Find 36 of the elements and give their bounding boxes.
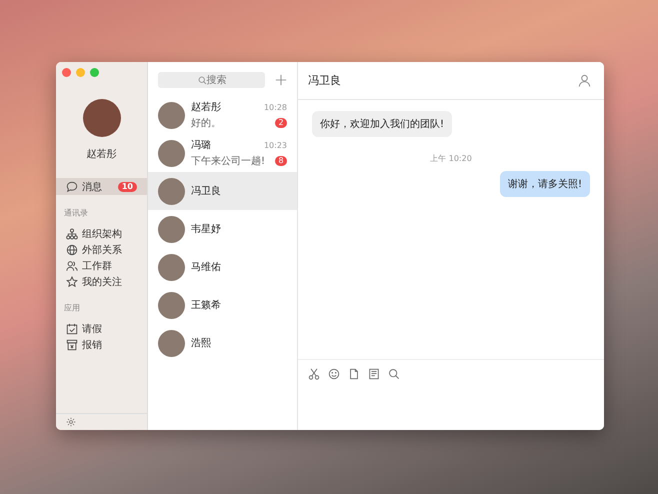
timestamp: 上午 10:20: [429, 153, 473, 164]
search-field[interactable]: 搜索: [158, 72, 265, 88]
contact-name: 赵若彤: [191, 100, 221, 114]
section-heading: 应用: [63, 302, 81, 316]
unread-count-badge: 10: [118, 182, 137, 192]
contact-name: 冯卫良: [191, 184, 221, 198]
message-time: 10:28: [264, 102, 287, 112]
contact-name: 马维佑: [191, 260, 221, 274]
chat-title: 冯卫良: [308, 73, 341, 88]
message-bubble: 谢谢，请多关照!: [500, 171, 590, 197]
message-preview: 下午来公司一趟!: [191, 154, 266, 168]
conversation-item[interactable]: 王籁希: [148, 286, 297, 324]
conversation-item[interactable]: 冯璐 10:23 下午来公司一趟! 8: [148, 134, 297, 172]
unread-count-badge: 8: [275, 156, 287, 166]
contact-name: 王籁希: [191, 298, 221, 312]
messages-nav-item[interactable]: 消息 10: [56, 178, 147, 195]
unread-count-badge: 2: [275, 118, 287, 128]
message-bubble: 你好，欢迎加入我们的团队!: [312, 111, 452, 137]
conversation-item[interactable]: 韦星妤: [148, 210, 297, 248]
message-time: 10:23: [264, 140, 287, 150]
contact-name: 冯璐: [191, 139, 211, 152]
nav-item[interactable]: 我的关注: [56, 274, 147, 290]
conversation-item[interactable]: 马维佑: [148, 248, 297, 286]
message-preview: 好的。: [191, 117, 221, 130]
conversation-item[interactable]: 赵若彤 10:28 好的。 2: [148, 96, 297, 134]
nav-item[interactable]: 组织架构: [56, 226, 147, 242]
user-name: 赵若彤: [86, 148, 118, 161]
conversation-item[interactable]: 冯卫良: [148, 172, 297, 210]
contact-name: 浩熙: [191, 336, 211, 350]
contact-name: 韦星妤: [191, 222, 221, 236]
nav-item[interactable]: 外部关系: [56, 242, 147, 258]
conversation-item[interactable]: 浩熙: [148, 324, 297, 362]
nav-item[interactable]: 工作群: [56, 258, 147, 274]
nav-item[interactable]: 请假: [56, 321, 147, 337]
nav-item[interactable]: 报销: [56, 337, 147, 353]
section-heading: 通讯录: [63, 208, 89, 220]
